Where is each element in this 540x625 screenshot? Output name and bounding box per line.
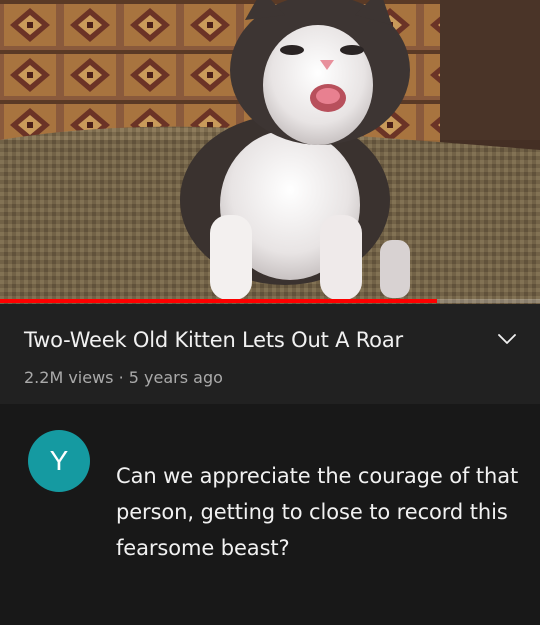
kitten-thumbnail bbox=[0, 0, 540, 304]
avatar[interactable]: Y bbox=[28, 430, 90, 492]
app-frame: Two-Week Old Kitten Lets Out A Roar 2.2M… bbox=[0, 0, 540, 625]
chevron-down-icon[interactable] bbox=[494, 326, 520, 352]
video-player[interactable] bbox=[0, 0, 540, 304]
comment-text: Can we appreciate the courage of that pe… bbox=[116, 464, 519, 560]
video-meta: 2.2M views · 5 years ago bbox=[24, 368, 223, 387]
video-title[interactable]: Two-Week Old Kitten Lets Out A Roar bbox=[24, 326, 474, 354]
progress-bar[interactable] bbox=[0, 299, 540, 303]
progress-bar-fill bbox=[0, 299, 438, 303]
video-info: Two-Week Old Kitten Lets Out A Roar 2.2M… bbox=[0, 304, 540, 404]
comment-section: Y Can we appreciate the courage of that … bbox=[0, 404, 540, 625]
